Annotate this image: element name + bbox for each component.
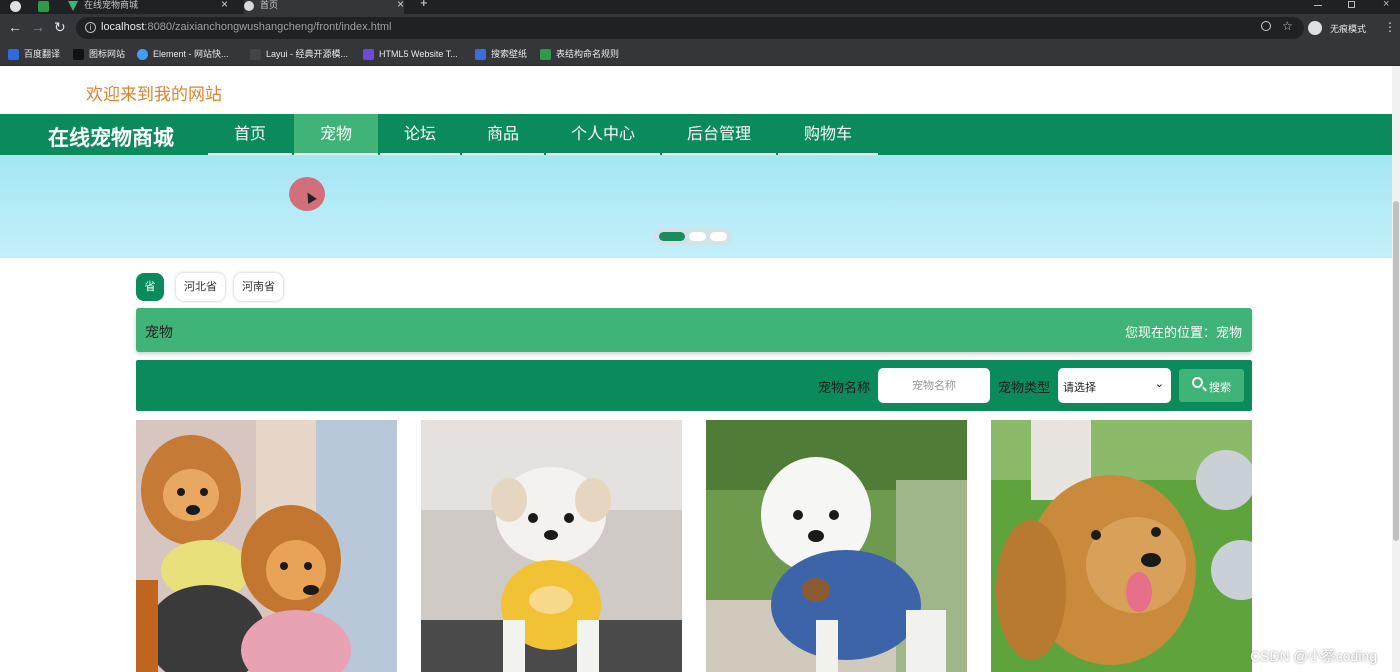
pet-type-select[interactable]: 请选择 ⌄ — [1058, 368, 1171, 403]
tab-label: 在线宠物商城 — [84, 0, 139, 10]
forward-arrow-icon[interactable]: → — [31, 20, 45, 34]
info-icon[interactable]: i — [85, 22, 96, 33]
table-icon — [540, 49, 551, 60]
bookmark-label: Element - 网站快... — [153, 49, 229, 59]
search-button-label: 搜索 — [1209, 382, 1231, 394]
bookmark-label: Layui - 经典开源模... — [266, 49, 349, 59]
product-card[interactable] — [421, 420, 682, 672]
pet-name-input[interactable] — [878, 368, 990, 403]
main-nav: 在线宠物商城 首页 宠物 论坛 商品 个人中心 后台管理 购物车 — [0, 114, 1392, 155]
banner-carousel[interactable] — [0, 155, 1392, 258]
pet-name-label: 宠物名称 — [818, 380, 871, 395]
new-tab-button[interactable]: + — [420, 0, 432, 12]
page-content: 欢迎来到我的网站 在线宠物商城 首页 宠物 论坛 商品 个人中心 后台管理 购物… — [0, 66, 1392, 672]
bookmark-label: 搜索壁纸 — [491, 49, 528, 59]
incognito-label: 无痕模式 — [1330, 24, 1367, 34]
bookmark-item[interactable]: 图标网站 — [73, 47, 125, 61]
browser-address-bar: ← → ↻ i localhost:8080/zaixianchongwusha… — [0, 14, 1400, 42]
poodle-in-shirt-photo — [706, 420, 967, 672]
province-filter-henan[interactable]: 河南省 — [234, 273, 283, 301]
reload-icon[interactable]: ↻ — [54, 20, 66, 34]
close-icon[interactable]: × — [397, 0, 404, 10]
incognito-icon — [1308, 21, 1322, 35]
layui-icon — [250, 49, 261, 60]
scrollbar-thumb[interactable] — [1393, 201, 1399, 541]
more-menu-icon[interactable]: ⋮ — [1384, 20, 1396, 34]
section-title: 宠物 — [145, 324, 173, 340]
search-button[interactable]: 搜索 — [1179, 369, 1244, 402]
search-bar: 宠物名称 宠物类型 请选择 ⌄ 搜索 — [136, 360, 1252, 411]
breadcrumb: 宠物 您现在的位置：宠物 — [136, 308, 1252, 352]
pomeranian-dogs-photo — [136, 420, 397, 672]
bookmark-item[interactable]: 搜索壁纸 — [475, 47, 527, 61]
pet-type-value: 请选择 — [1063, 382, 1096, 394]
search-icon — [1192, 377, 1203, 388]
breadcrumb-location: 您现在的位置：宠物 — [1124, 325, 1242, 340]
white-puppy-photo — [421, 420, 682, 672]
nav-user-center[interactable]: 个人中心 — [546, 114, 660, 155]
nav-admin[interactable]: 后台管理 — [662, 114, 776, 155]
minimize-icon[interactable] — [1314, 5, 1322, 6]
star-icon[interactable]: ☆ — [1282, 19, 1293, 33]
browser-menu-icon[interactable] — [10, 1, 21, 12]
product-card[interactable] — [706, 420, 967, 672]
welcome-text: 欢迎来到我的网站 — [86, 85, 222, 104]
province-filter-all[interactable]: 省 — [136, 273, 164, 301]
url-text: localhost:8080/zaixianchongwushangcheng/… — [101, 21, 391, 33]
url-path: :8080/zaixianchongwushangcheng/front/ind… — [144, 21, 392, 33]
carousel-dot[interactable] — [689, 232, 706, 241]
flag-icon — [73, 49, 84, 60]
bookmark-item[interactable]: Layui - 经典开源模... — [250, 47, 348, 61]
bookmarks-bar: 百度翻译 图标网站 Element - 网站快... Layui - 经典开源模… — [0, 42, 1400, 66]
element-icon — [137, 49, 148, 60]
translate-icon — [8, 49, 19, 60]
page-scrollbar[interactable] — [1392, 66, 1400, 672]
csdn-watermark: CSDN @小蔡coding — [1250, 648, 1378, 664]
product-card[interactable] — [136, 420, 397, 672]
bookmark-label: 图标网站 — [89, 49, 126, 59]
wallpaper-icon — [475, 49, 486, 60]
back-arrow-icon[interactable]: ← — [8, 20, 22, 34]
vue-icon — [68, 1, 78, 11]
golden-retriever-photo — [991, 420, 1252, 672]
close-window-icon[interactable]: × — [1383, 0, 1389, 10]
bookmark-label: HTML5 Website T... — [379, 49, 458, 59]
tab-label: 首页 — [260, 0, 279, 10]
pinned-tab-icon[interactable] — [38, 1, 49, 12]
pet-type-label: 宠物类型 — [998, 380, 1051, 395]
bookmark-label: 百度翻译 — [24, 49, 61, 59]
globe-icon — [244, 1, 254, 11]
nav-forum[interactable]: 论坛 — [380, 114, 460, 155]
nav-pets[interactable]: 宠物 — [294, 114, 378, 155]
chevron-down-icon: ⌄ — [1154, 378, 1164, 390]
site-title[interactable]: 在线宠物商城 — [48, 122, 174, 152]
carousel-dot[interactable] — [659, 232, 685, 241]
carousel-indicators — [654, 228, 732, 245]
browser-tab-strip: 在线宠物商城 × 首页 × + × — [0, 0, 1400, 14]
maximize-icon[interactable] — [1348, 1, 1355, 8]
zoom-icon[interactable] — [1261, 21, 1271, 31]
url-host: localhost — [101, 21, 145, 33]
nav-goods[interactable]: 商品 — [462, 114, 544, 155]
product-card[interactable] — [991, 420, 1252, 672]
nav-cart[interactable]: 购物车 — [778, 114, 878, 155]
html5-icon — [363, 49, 374, 60]
tab-shop[interactable]: 在线宠物商城 × — [68, 0, 228, 14]
nav-home[interactable]: 首页 — [208, 114, 292, 155]
url-field[interactable]: i localhost:8080/zaixianchongwushangchen… — [76, 17, 1304, 39]
bookmark-item[interactable]: 表结构命名规则 — [540, 47, 619, 61]
carousel-dot[interactable] — [710, 232, 727, 241]
close-icon[interactable]: × — [221, 0, 228, 10]
tab-home[interactable]: 首页 × — [244, 0, 404, 14]
bookmark-item[interactable]: Element - 网站快... — [137, 47, 229, 61]
bookmark-item[interactable]: 百度翻译 — [8, 47, 60, 61]
bookmark-label: 表结构命名规则 — [556, 49, 620, 59]
bookmark-item[interactable]: HTML5 Website T... — [363, 47, 458, 61]
province-filter-hebei[interactable]: 河北省 — [176, 273, 225, 301]
